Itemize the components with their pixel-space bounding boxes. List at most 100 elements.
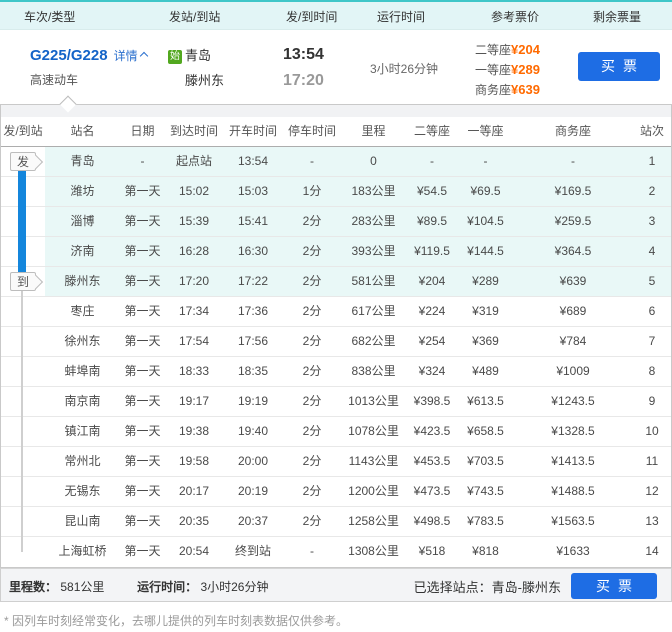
cell-stop: - — [310, 154, 314, 168]
cell-station: 南京南 — [64, 394, 101, 408]
col-times: 发/到时间 — [286, 10, 338, 24]
cell-seat1: ¥319 — [472, 304, 499, 318]
cell-arrive: 19:38 — [178, 424, 210, 438]
table-row[interactable]: 南京南 第一天 19:17 19:19 2分 1013公里 ¥398.5 ¥613.5 ¥124… — [1, 387, 671, 417]
run-duration: 3小时26分钟 — [370, 62, 439, 76]
table-row[interactable]: 潍坊 第一天 15:02 15:03 1分 183公里 ¥54.5 ¥69.5 ¥169.5 2 — [1, 177, 671, 207]
price-second-class: 二等座¥204 — [475, 42, 540, 57]
cell-arrive: 20:54 — [178, 544, 210, 558]
train-type: 高速动车 — [30, 73, 79, 87]
cell-business: ¥639 — [559, 274, 587, 288]
cell-business: ¥689 — [559, 304, 587, 318]
cell-station: 潍坊 — [70, 184, 95, 198]
head-depart: 开车时间 — [228, 124, 277, 138]
head-stop: 停车时间 — [287, 124, 336, 138]
cell-station: 常州北 — [64, 454, 101, 468]
col-duration: 运行时间 — [377, 10, 426, 24]
rail-cell — [1, 327, 45, 356]
cell-business: ¥784 — [559, 334, 587, 348]
cell-station: 上海虹桥 — [58, 544, 107, 558]
cell-depart: 20:37 — [237, 514, 269, 528]
col-stations: 发站/到站 — [169, 10, 221, 24]
table-row[interactable]: 淄博 第一天 15:39 15:41 2分 283公里 ¥89.5 ¥104.5 ¥259.5 3 — [1, 207, 671, 237]
table-row[interactable]: 济南 第一天 16:28 16:30 2分 393公里 ¥119.5 ¥144.5 ¥364.5… — [1, 237, 671, 267]
panel-top-strip — [1, 105, 671, 117]
cell-seq: 9 — [648, 394, 656, 408]
mileage-label: 里程数： — [9, 580, 58, 594]
cell-seq: 13 — [645, 514, 659, 528]
cell-seat1: ¥703.5 — [467, 454, 504, 468]
cell-depart: 19:40 — [237, 424, 269, 438]
cell-distance: 1143公里 — [348, 454, 399, 468]
rail-cell — [1, 297, 45, 326]
cell-seat2: ¥498.5 — [413, 514, 451, 528]
table-row[interactable]: 滕州东 第一天 17:20 17:22 2分 581公里 ¥204 ¥289 ¥639 5 — [1, 267, 671, 297]
cell-stop: 2分 — [302, 484, 322, 498]
table-row[interactable]: 蚌埠南 第一天 18:33 18:35 2分 838公里 ¥324 ¥489 ¥1009 8 — [1, 357, 671, 387]
rail-cell — [1, 387, 45, 416]
timetable-body: 发 到 青岛 - 起点站 13:54-0- - -1 潍坊 第一天 15:02 15:03 1分 18… — [1, 147, 671, 567]
arrive-badge: 到 — [10, 272, 36, 291]
cell-distance: 581公里 — [351, 274, 396, 288]
to-station: 滕州东 — [185, 73, 225, 88]
table-row[interactable]: 青岛 - 起点站 13:54 - 0 - - - 1 — [1, 147, 671, 177]
cell-seat1: ¥743.5 — [467, 484, 504, 498]
cell-seq: 1 — [648, 154, 656, 168]
cell-business: ¥169.5 — [554, 184, 592, 198]
cell-distance: 0 — [370, 154, 377, 168]
head-arrive: 到达时间 — [169, 124, 218, 138]
cell-seq: 10 — [645, 424, 659, 438]
selected-stations: 已选择站点：青岛-滕州东 — [414, 577, 561, 596]
cell-stop: - — [310, 544, 314, 558]
cell-date: - — [140, 154, 145, 168]
cell-seat1: ¥104.5 — [467, 214, 504, 228]
cell-business: ¥364.5 — [554, 244, 592, 258]
head-dep-arr: 发/到站 — [3, 124, 43, 138]
cell-station: 徐州东 — [64, 334, 101, 348]
cell-distance: 283公里 — [351, 214, 396, 228]
cell-stop: 2分 — [302, 424, 322, 438]
head-station: 站名 — [70, 124, 95, 138]
table-row[interactable]: 枣庄 第一天 17:34 17:36 2分 617公里 ¥224 ¥319 ¥689 6 — [1, 297, 671, 327]
cell-depart: 20:00 — [237, 454, 269, 468]
head-seq: 站次 — [639, 124, 664, 138]
cell-seat1: ¥658.5 — [467, 424, 504, 438]
rail-cell — [1, 477, 45, 506]
train-id-block: G225/G228 详情 高速动车 — [30, 43, 148, 92]
buy-ticket-button-bottom[interactable]: 买票 — [571, 573, 657, 599]
cell-seq: 3 — [648, 214, 656, 228]
selected-segment-bar — [18, 162, 26, 282]
price-list: 二等座¥204 一等座¥289 商务座¥639 — [475, 40, 540, 100]
cell-business: ¥1488.5 — [551, 484, 595, 498]
price-business-class: 商务座¥639 — [475, 82, 540, 97]
cell-seat2: ¥254 — [418, 334, 446, 348]
table-row[interactable]: 无锡东 第一天 20:17 20:19 2分 1200公里 ¥473.5 ¥743.5 ¥148… — [1, 477, 671, 507]
buy-ticket-button-top[interactable]: 买票 — [578, 52, 660, 81]
train-schedule-widget: 车次/类型 发站/到站 发/到时间 运行时间 参考票价 剩余票量 G225/G2… — [0, 0, 672, 632]
table-row[interactable]: 镇江南 第一天 19:38 19:40 2分 1078公里 ¥423.5 ¥658.5 ¥132… — [1, 417, 671, 447]
rail-cell — [1, 507, 45, 536]
detail-toggle-link[interactable]: 详情 — [114, 49, 148, 63]
cell-date: 第一天 — [124, 334, 161, 348]
cell-date: 第一天 — [124, 364, 161, 378]
cell-depart: 终到站 — [234, 544, 271, 558]
cell-station: 镇江南 — [64, 424, 101, 438]
cell-business: ¥259.5 — [554, 214, 592, 228]
cell-seq: 5 — [648, 274, 656, 288]
cell-date: 第一天 — [124, 454, 161, 468]
cell-station: 无锡东 — [64, 484, 101, 498]
selected-label: 已选择站点： — [413, 580, 492, 595]
mileage-value: 581公里 — [60, 580, 105, 594]
timetable-panel: 发/到站 站名 日期 到达时间 开车时间 停车时间 里程 二等座 一等座 商务座… — [0, 104, 672, 568]
table-row[interactable]: 昆山南 第一天 20:35 20:37 2分 1258公里 ¥498.5 ¥783.5 ¥156… — [1, 507, 671, 537]
from-station: 青岛 — [185, 48, 212, 63]
table-row[interactable]: 上海虹桥 第一天 20:54 终到站 - 1308公里 ¥518 ¥818 ¥1633 14 — [1, 537, 671, 567]
cell-station: 昆山南 — [64, 514, 101, 528]
table-row[interactable]: 徐州东 第一天 17:54 17:56 2分 682公里 ¥254 ¥369 ¥784 7 — [1, 327, 671, 357]
summary-left: 里程数： 581公里 运行时间： 3小时26分钟 — [9, 578, 268, 595]
cell-date: 第一天 — [124, 544, 161, 558]
table-row[interactable]: 常州北 第一天 19:58 20:00 2分 1143公里 ¥453.5 ¥703.5 ¥141… — [1, 447, 671, 477]
cell-date: 第一天 — [124, 394, 161, 408]
cell-depart: 17:36 — [237, 304, 269, 318]
cell-stop: 2分 — [302, 514, 322, 528]
